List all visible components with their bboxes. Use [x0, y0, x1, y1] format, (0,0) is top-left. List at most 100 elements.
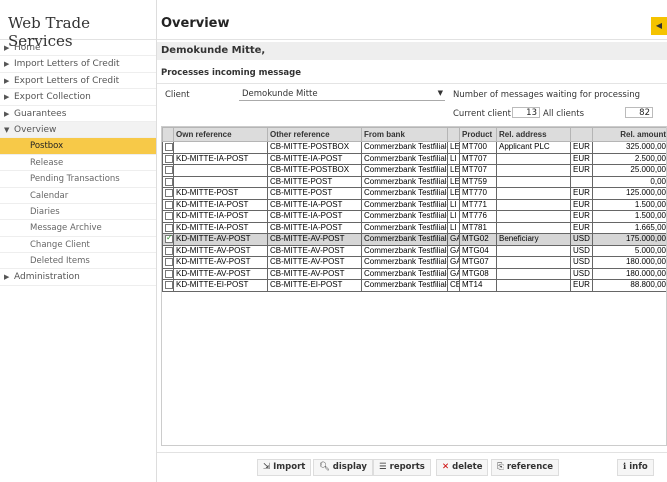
table-row[interactable]: KD-MITTE-AV-POSTCB-MITTE-AV-POSTCommerzb…: [162, 256, 666, 269]
own-reference-cell: KD-MITTE-IA-POST: [173, 198, 268, 211]
from-bank-cell: Commerzbank Testfiliale: [361, 221, 448, 234]
col-rel-amount[interactable]: Rel. amount: [592, 127, 666, 142]
type-cell: LI: [447, 152, 460, 165]
rel-amount-cell: 180.000,00: [592, 267, 666, 280]
messages-waiting-label: Number of messages waiting for processin…: [453, 90, 640, 100]
list-icon: ☰: [379, 462, 387, 472]
other-reference-cell: CB-MITTE-IA-POST: [267, 198, 362, 211]
row-checkbox[interactable]: [165, 269, 173, 278]
product-cell: MT14: [459, 279, 497, 292]
chevron-right-icon: ▶: [4, 60, 10, 69]
table-row[interactable]: KD-MITTE-IA-POST CB-MITTE-IA-POST Commerzb…: [162, 221, 666, 234]
col-own-reference[interactable]: Own reference: [173, 127, 268, 142]
col-select[interactable]: [162, 127, 174, 142]
from-bank-cell: Commerzbank Testfiliale: [361, 141, 448, 154]
row-checkbox[interactable]: [165, 200, 173, 209]
table-row[interactable]: CB-MITTE-POST Commerzbank Testfiliale LE MT…: [162, 175, 666, 188]
table-row[interactable]: KD-MITTE-IA-POST CB-MITTE-IA-POST Commerzb…: [162, 210, 666, 223]
rel-amount-cell: 1.500,00: [592, 198, 666, 211]
nav-subitem-message-archive[interactable]: Message Archive: [0, 220, 156, 237]
nav-item-administration[interactable]: ▶ Administration: [0, 269, 156, 286]
table-row[interactable]: KD-MITTE-AV-POSTCB-MITTE-AV-POSTCommerzb…: [162, 267, 666, 280]
table-row[interactable]: KD-MITTE-POST CB-MITTE-POST Commerzbank Te…: [162, 187, 666, 200]
delete-button[interactable]: ✕ delete: [436, 459, 489, 476]
other-reference-cell: CB-MITTE-POSTBOX: [267, 141, 362, 154]
client-select[interactable]: Demokunde Mitte ▼: [239, 89, 445, 101]
type-cell: LE: [447, 175, 460, 188]
product-cell: MT707: [459, 164, 497, 177]
row-select-cell: [162, 141, 174, 154]
type-cell: GA: [447, 233, 460, 246]
row-checkbox[interactable]: [165, 223, 173, 232]
type-cell: LI: [447, 210, 460, 223]
table-row[interactable]: CB-MITTE-POSTBOX Commerzbank Testfiliale L…: [162, 164, 666, 177]
row-checkbox[interactable]: [165, 212, 173, 221]
nav-subitem-release[interactable]: Release: [0, 155, 156, 172]
chevron-right-icon: ▶: [4, 93, 10, 102]
rel-address-cell: [496, 210, 571, 223]
chevron-right-icon: ▶: [4, 44, 10, 52]
nav-item-guarantees[interactable]: ▶ Guarantees: [0, 106, 156, 122]
own-reference-cell: [173, 175, 268, 188]
row-select-cell: [162, 279, 174, 292]
type-cell: LE: [447, 141, 460, 154]
nav-subitem-pending-transactions[interactable]: Pending Transactions: [0, 171, 156, 188]
type-cell: GA: [447, 267, 460, 280]
nav-item-import-lc[interactable]: ▶ Import Letters of Credit: [0, 56, 156, 73]
col-other-reference[interactable]: Other reference: [267, 127, 362, 142]
table-row[interactable]: CB-MITTE-POSTBOX Commerzbank Testfiliale L…: [162, 141, 666, 154]
rel-address-cell: [496, 267, 571, 280]
from-bank-cell: Commerzbank Testfiliale: [361, 210, 448, 223]
row-checkbox[interactable]: [165, 177, 173, 186]
nav-subitem-postbox[interactable]: Postbox: [0, 138, 156, 155]
col-from-bank[interactable]: From bank: [361, 127, 448, 142]
row-checkbox[interactable]: [165, 234, 173, 244]
product-cell: MT776: [459, 210, 497, 223]
rel-address-cell: Applicant PLC: [496, 141, 571, 154]
section-title: Processes incoming message: [157, 60, 667, 84]
nav-item-home[interactable]: ▶ Home: [0, 40, 156, 57]
nav-subitem-diaries[interactable]: Diaries: [0, 204, 156, 221]
product-cell: MT759: [459, 175, 497, 188]
info-button[interactable]: ℹ info: [617, 459, 654, 476]
col-product[interactable]: Product ▲: [459, 127, 497, 142]
row-checkbox[interactable]: [165, 154, 173, 163]
table-row[interactable]: KD-MITTE-EI-POST CB-MITTE-EI-POST Commerzb…: [162, 279, 666, 292]
import-button[interactable]: ⇲ Import: [257, 459, 312, 476]
row-checkbox[interactable]: [165, 258, 173, 267]
row-checkbox[interactable]: [165, 189, 173, 198]
row-checkbox[interactable]: [165, 166, 173, 175]
from-bank-cell: Commerzbank Testfiliale: [361, 152, 448, 165]
other-reference-cell: CB-MITTE-AV-POST: [267, 233, 362, 246]
row-select-cell: [162, 221, 174, 234]
nav-item-export-collection[interactable]: ▶ Export Collection: [0, 89, 156, 106]
row-checkbox[interactable]: [165, 143, 173, 152]
col-type[interactable]: [447, 127, 460, 142]
page-header: Overview ◀: [157, 0, 667, 40]
other-reference-cell: CB-MITTE-AV-POST: [267, 267, 362, 280]
display-button[interactable]: 🔍︎ display: [313, 459, 373, 476]
col-currency[interactable]: [570, 127, 593, 142]
own-reference-cell: KD-MITTE-IA-POST: [173, 152, 268, 165]
table-row[interactable]: KD-MITTE-AV-POSTCB-MITTE-AV-POSTCommerzb…: [162, 244, 666, 257]
nav-subitem-deleted-items[interactable]: Deleted Items: [0, 253, 156, 270]
row-checkbox[interactable]: [165, 281, 173, 290]
collapse-sidebar-icon[interactable]: ◀: [651, 17, 667, 35]
table-row[interactable]: KD-MITTE-IA-POST CB-MITTE-IA-POST Commerzb…: [162, 198, 666, 211]
nav-item-export-lc[interactable]: ▶ Export Letters of Credit: [0, 73, 156, 90]
app-brand: Web Trade Services: [0, 0, 156, 50]
table-row[interactable]: KD-MITTE-AV-POSTCB-MITTE-AV-POSTCommerzb…: [162, 233, 666, 246]
nav-subitem-change-client[interactable]: Change Client: [0, 237, 156, 254]
nav-subitem-calendar[interactable]: Calendar: [0, 188, 156, 204]
nav-item-overview[interactable]: ▼ Overview: [0, 121, 156, 139]
row-checkbox[interactable]: [165, 246, 173, 255]
col-rel-address[interactable]: Rel. address: [496, 127, 571, 142]
row-select-cell: [162, 187, 174, 200]
nav-menu: ▶ Home ▶ Import Letters of Credit ▶ Export …: [0, 40, 156, 286]
reports-button[interactable]: ☰ reports: [373, 459, 431, 476]
product-cell: MT770: [459, 187, 497, 200]
table-row[interactable]: KD-MITTE-IA-POST CB-MITTE-IA-POST Commerzb…: [162, 152, 666, 165]
reference-button[interactable]: ⎘ reference: [491, 459, 560, 476]
chevron-right-icon: ▶: [4, 76, 10, 85]
from-bank-cell: Commerzbank Testfiliale: [361, 244, 448, 257]
